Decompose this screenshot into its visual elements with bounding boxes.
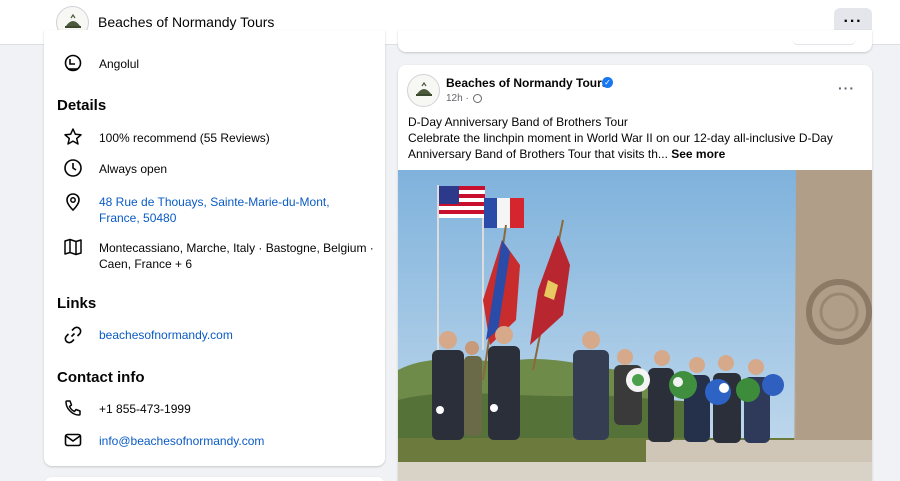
next-card xyxy=(44,477,385,481)
map-icon xyxy=(64,238,82,256)
public-globe-icon xyxy=(472,94,482,103)
recommend-text[interactable]: 100% recommend (55 Reviews) xyxy=(99,130,270,146)
verified-badge-icon: ✓ xyxy=(602,77,613,88)
post-author-name[interactable]: Beaches of Normandy Tours xyxy=(446,76,608,90)
hours-text: Always open xyxy=(99,162,168,176)
email-icon xyxy=(64,433,82,447)
page-title: Beaches of Normandy Tours xyxy=(98,14,275,30)
locations-line-1: Montecassiano, Marche, Italy · Bastogne,… xyxy=(99,241,374,255)
website-link[interactable]: beachesofnormandy.com xyxy=(99,327,233,343)
locations-text: Montecassiano, Marche, Italy · Bastogne,… xyxy=(99,240,374,272)
post-body-truncated: Anniversary Band of Brothers Tour that v… xyxy=(408,147,668,161)
category-icon xyxy=(64,54,82,72)
see-more-link[interactable]: See more xyxy=(671,147,725,161)
post-body-line: Celebrate the linchpin moment in World W… xyxy=(408,131,833,145)
previous-post-footer xyxy=(792,36,856,45)
post-meta: 12h · xyxy=(446,93,482,104)
post-author-avatar[interactable] xyxy=(407,74,440,107)
category-text: Angolul xyxy=(99,57,140,71)
location-pin-icon xyxy=(66,193,80,212)
link-icon xyxy=(64,326,82,344)
email-link[interactable]: info@beachesofnormandy.com xyxy=(99,433,264,449)
post-title-line: D-Day Anniversary Band of Brothers Tour xyxy=(408,115,628,129)
contact-info-heading: Contact info xyxy=(57,369,145,386)
star-icon xyxy=(64,128,82,145)
post-text: D-Day Anniversary Band of Brothers Tour … xyxy=(408,114,848,162)
phone-icon xyxy=(65,400,81,416)
details-heading: Details xyxy=(57,97,107,114)
clock-icon xyxy=(64,159,82,177)
post-body-line: Anniversary Band of Brothers Tour that v… xyxy=(408,146,848,162)
post-timestamp[interactable]: 12h · xyxy=(446,93,469,104)
helmet-logo-icon xyxy=(415,81,432,96)
phone-text[interactable]: +1 855-473-1999 xyxy=(99,401,191,417)
address-line-1: 48 Rue de Thouays, Sainte-Marie-du-Mont, xyxy=(99,195,330,209)
post-photo[interactable] xyxy=(398,170,872,481)
post-options-button[interactable]: ··· xyxy=(838,80,855,96)
address-line-2: France, 50480 xyxy=(99,211,177,225)
locations-line-2: Caen, France + 6 xyxy=(99,257,193,271)
address-link[interactable]: 48 Rue de Thouays, Sainte-Marie-du-Mont,… xyxy=(99,194,330,226)
links-heading: Links xyxy=(57,295,97,312)
